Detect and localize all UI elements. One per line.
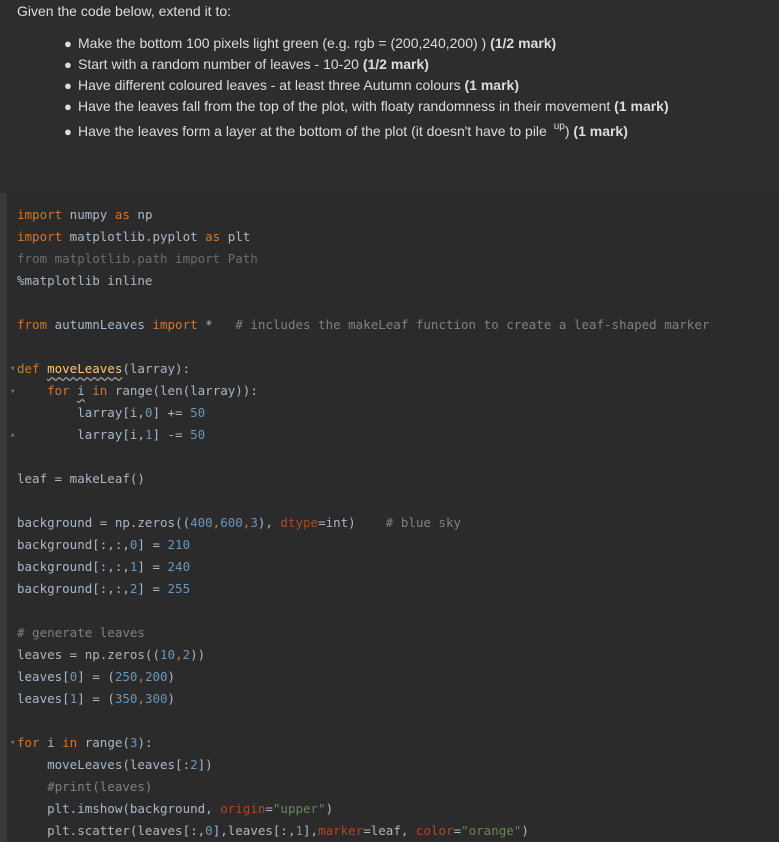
- requirement-item: ● Make the bottom 100 pixels light green …: [64, 33, 669, 54]
- code-line: from matplotlib.path import Path: [17, 251, 258, 266]
- code-line: from autumnLeaves import * # includes th…: [17, 317, 710, 332]
- bullet-icon: ●: [64, 36, 72, 51]
- code-line: plt.scatter(leaves[:,0],leaves[:,1],mark…: [17, 823, 529, 838]
- code-line: background[:,:,2] = 255: [17, 581, 191, 596]
- code-line: leaves = np.zeros((10,2)): [17, 647, 206, 662]
- code-line: larray[i,0] += 50: [17, 405, 206, 420]
- requirement-mark: (1/2 mark): [362, 56, 429, 72]
- requirement-text: Have the leaves fall from the top of the…: [78, 98, 615, 114]
- requirement-text: Have the leaves form a layer at the bott…: [78, 123, 551, 139]
- gutter-strip: [0, 193, 7, 842]
- code-line: import numpy as np: [17, 207, 153, 222]
- bullet-icon: ●: [64, 78, 72, 93]
- code-line: background[:,:,1] = 240: [17, 559, 191, 574]
- code-line: plt.imshow(background, origin="upper"): [17, 801, 334, 816]
- code-editor[interactable]: ▾ ▾ ▴ ▾ import numpy as np import matplo…: [7, 193, 779, 842]
- requirement-text: Have different coloured leaves - at leas…: [78, 77, 465, 93]
- code-line: background[:,:,0] = 210: [17, 537, 191, 552]
- code-line: for i in range(3):: [17, 735, 153, 750]
- superscript: up: [553, 121, 565, 132]
- requirement-mark: (1 mark): [464, 77, 519, 93]
- bullet-icon: ●: [64, 99, 72, 114]
- task-title: Given the code below, extend it to:: [17, 3, 232, 19]
- requirement-text: Make the bottom 100 pixels light green (…: [78, 35, 491, 51]
- requirement-item: ● Have the leaves form a layer at the bot…: [64, 121, 669, 142]
- bullet-icon: ●: [64, 124, 72, 139]
- requirement-mark: (1/2 mark): [490, 35, 557, 51]
- requirement-item: ● Start with a random number of leaves - …: [64, 54, 669, 75]
- code-line: #print(leaves): [17, 779, 153, 794]
- code-line: background = np.zeros((400,600,3), dtype…: [17, 515, 462, 530]
- code-line: # generate leaves: [17, 625, 145, 640]
- requirement-mark: (1 mark): [614, 98, 669, 114]
- code-line: leaves[0] = (250,200): [17, 669, 176, 684]
- code-line: import matplotlib.pyplot as plt: [17, 229, 251, 244]
- bullet-icon: ●: [64, 57, 72, 72]
- requirement-item: ● Have the leaves fall from the top of th…: [64, 96, 669, 117]
- requirements-list: ● Make the bottom 100 pixels light green …: [64, 33, 669, 142]
- code-line: %matplotlib inline: [17, 273, 153, 288]
- code-line: moveLeaves(leaves[:2]): [17, 757, 213, 772]
- code-line: for i in range(len(larray)):: [47, 383, 258, 398]
- requirement-mark: (1 mark): [569, 123, 628, 139]
- task-description: Given the code below, extend it to: ● Mak…: [0, 0, 779, 193]
- code-line: leaf = makeLeaf(): [17, 471, 145, 486]
- code-line: leaves[1] = (350,300): [17, 691, 176, 706]
- requirement-item: ● Have different coloured leaves - at lea…: [64, 75, 669, 96]
- requirement-text: Start with a random number of leaves - 1…: [78, 56, 363, 72]
- code-line: larray[i,1] -= 50: [17, 427, 206, 442]
- code-line: def moveLeaves(larray):: [17, 361, 191, 376]
